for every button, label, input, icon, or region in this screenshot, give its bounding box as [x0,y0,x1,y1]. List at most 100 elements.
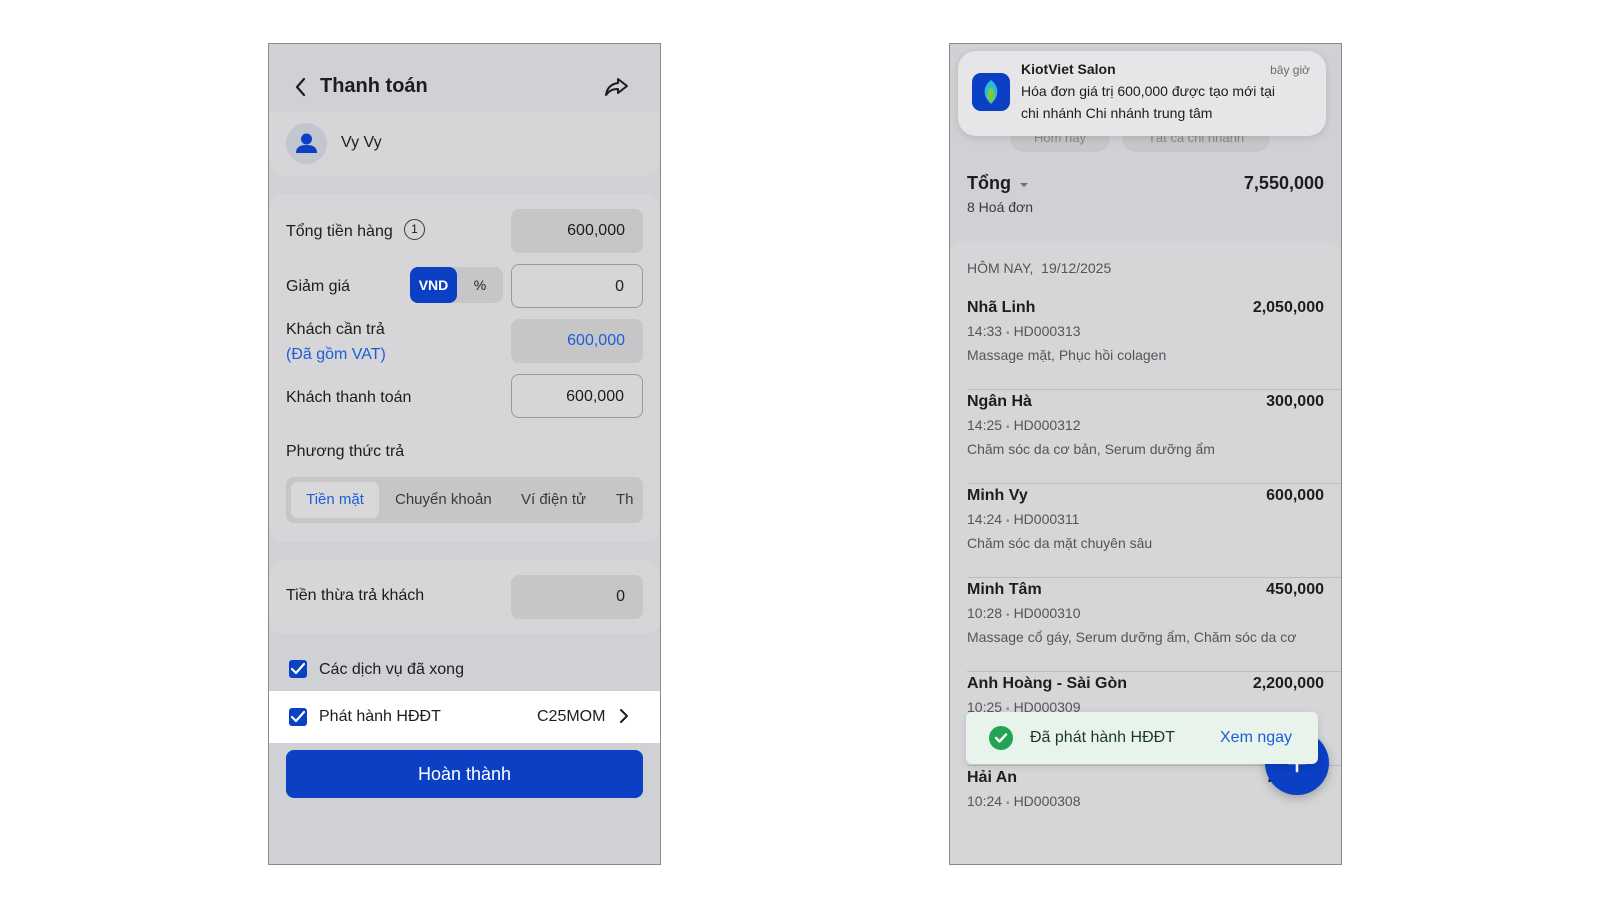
customer-card[interactable]: Vy Vy [269,112,660,176]
invoice-meta: 14:25 • HD000312 [967,417,1081,433]
customer-paid-input[interactable]: 600,000 [511,374,643,418]
notification-app-name: KiotViet Salon [1021,61,1116,77]
check-icon [291,663,305,675]
payment-method-tabs: Tiền mặt Chuyển khoản Ví điện tử Th [286,477,643,523]
caret-down-icon [1020,183,1029,187]
invoice-customer-name: Minh Tâm [967,581,1042,598]
customer-paid-label: Khách thanh toán [286,389,412,406]
invoice-code: HD000311 [1013,511,1080,527]
invoice-amount: 300,000 [1266,393,1324,410]
complete-button[interactable]: Hoàn thành [286,750,643,798]
method-more[interactable]: Th [616,482,634,518]
invoice-row[interactable]: Nhã Linh 2,050,000 14:33 • HD000313 Massage m… [950,296,1341,390]
change-value: 0 [511,575,643,619]
amount-due-label: Khách cần trả [286,321,385,338]
einvoice-row[interactable]: Phát hành HĐĐT C25MOM [269,691,660,743]
invoice-row[interactable]: Minh Tâm 450,000 10:28 • HD000310 Massage cổ … [950,578,1341,672]
notification-time: bây giờ [1270,63,1310,77]
discount-unit-vnd[interactable]: VND [410,267,457,303]
check-circle-icon [989,726,1013,750]
invoice-customer-name: Anh Hoàng - Sài Gòn [967,675,1127,692]
back-button[interactable] [289,74,313,100]
page-title: Thanh toán [320,75,428,97]
discount-label: Giảm giá [286,278,351,295]
invoice-row[interactable]: Ngân Hà 300,000 14:25 • HD000312 Chăm sóc da … [950,390,1341,484]
total-label[interactable]: Tổng [967,173,1029,194]
invoice-customer-name: Nhã Linh [967,299,1036,316]
meta-separator: • [1006,422,1010,433]
payment-method-label: Phương thức trả [286,443,405,460]
invoice-customer-name: Minh Vy [967,487,1028,504]
invoice-amount: 2,200,000 [1252,675,1324,692]
invoice-time: 14:25 [967,417,1003,433]
meta-separator: • [1006,798,1010,809]
app-icon [972,73,1010,111]
chevron-left-icon [295,77,306,97]
discount-unit-toggle[interactable]: VND % [410,267,503,303]
invoice-list-screen: Hôm nay Tất cả chi nhánh KiotViet Salon … [949,43,1342,865]
invoice-row[interactable]: Minh Vy 600,000 14:24 • HD000311 Chăm sóc da … [950,484,1341,578]
payment-summary-card: Tổng tiền hàng 1 600,000 Giảm giá VND % … [269,194,660,542]
invoice-code: HD000308 [1013,793,1081,809]
services-done-label: Các dịch vụ đã xong [319,661,464,678]
invoice-meta: 14:24 • HD000311 [967,511,1079,527]
notification-line-1: Hóa đơn giá trị 600,000 được tạo mới tại [1021,83,1276,99]
invoice-services: Massage mặt, Phục hồi colagen [967,347,1167,363]
invoice-services: Chăm sóc da cơ bản, Serum dưỡng ẩm [967,441,1215,457]
invoice-code: HD000312 [1013,417,1081,433]
einvoice-series: C25MOM [537,708,606,725]
invoice-time: 14:33 [967,323,1003,339]
change-card: Tiền thừa trả khách 0 [269,560,660,634]
push-notification[interactable]: KiotViet Salon bây giờ Hóa đơn giá trị 6… [958,51,1326,136]
payment-screen: Thanh toán Vy Vy Tổng tiền hàng 1 600,00… [268,43,661,865]
invoice-meta: 10:28 • HD000310 [967,605,1081,621]
discount-input[interactable]: 0 [511,264,643,308]
method-cash[interactable]: Tiền mặt [291,482,379,518]
einvoice-label: Phát hành HĐĐT [319,708,441,725]
meta-separator: • [1006,610,1010,621]
amount-due-value: 600,000 [511,319,643,363]
user-icon [296,133,317,153]
invoice-services: Chăm sóc da mặt chuyên sâu [967,535,1153,551]
section-date: HÔM NAY, 19/12/2025 [967,260,1112,276]
notification-line-2: chi nhánh Chi nhánh trung tâm [1021,105,1213,121]
invoice-amount: 2,050,000 [1252,299,1324,316]
invoice-services: Massage cổ gáy, Serum dưỡng ẩm, Chăm sóc… [967,629,1297,645]
invoice-code: HD000310 [1013,605,1081,621]
invoice-amount: 450,000 [1266,581,1324,598]
invoice-time: 14:24 [967,511,1003,527]
einvoice-checkbox[interactable] [289,708,307,726]
total-value: 7,550,000 [1243,173,1324,193]
invoice-customer-name: Ngân Hà [967,393,1032,410]
total-label: Tổng tiền hàng [286,223,393,240]
invoice-meta: 14:33 • HD000313 [967,323,1081,339]
chevron-right-icon [620,709,628,723]
invoice-customer-name: Hải An [967,769,1018,786]
invoice-count: 8 Hoá đơn [967,199,1034,215]
avatar [286,123,327,164]
services-done-checkbox[interactable] [289,660,307,678]
services-done-row[interactable]: Các dịch vụ đã xong [269,651,660,687]
invoice-code: HD000313 [1013,323,1081,339]
toast-message: Đã phát hành HĐĐT [1030,729,1175,746]
customer-name: Vy Vy [341,134,382,151]
success-toast: Đã phát hành HĐĐT Xem ngay [966,712,1318,764]
meta-separator: • [1006,328,1010,339]
change-label: Tiền thừa trả khách [286,587,425,604]
invoice-time: 10:28 [967,605,1003,621]
vat-note: (Đã gồm VAT) [286,346,386,363]
item-count-badge[interactable]: 1 [404,219,425,240]
method-transfer[interactable]: Chuyển khoản [395,482,492,518]
invoice-amount: 600,000 [1266,487,1324,504]
toast-view-now-link[interactable]: Xem ngay [1220,729,1292,747]
meta-separator: • [1006,516,1010,527]
total-value: 600,000 [511,209,643,253]
check-icon [291,711,305,723]
share-icon [605,78,628,96]
invoice-time: 10:24 [967,793,1003,809]
method-ewallet[interactable]: Ví điện tử [521,482,586,518]
invoice-meta: 10:24 • HD000308 [967,793,1081,809]
kiotviet-logo-icon [984,80,998,104]
discount-unit-percent[interactable]: % [457,267,503,303]
share-button[interactable] [603,74,631,100]
